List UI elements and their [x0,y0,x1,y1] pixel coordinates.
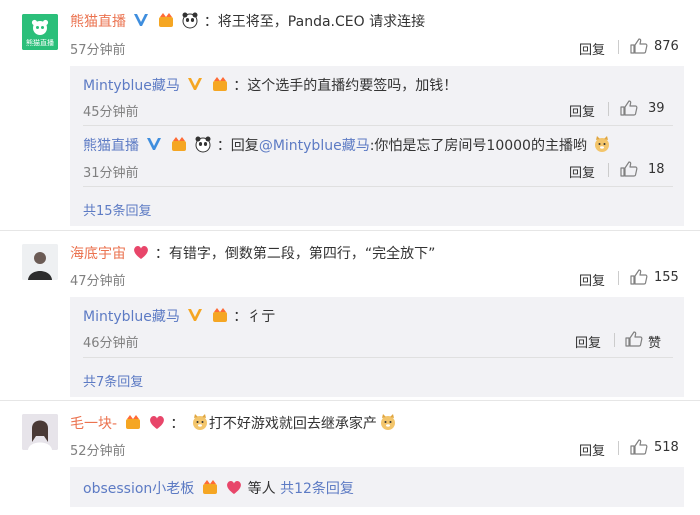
comment-3-author[interactable]: 毛一块- [70,416,117,432]
thumbs-up-icon[interactable] [625,331,643,347]
thumbs-up-icon[interactable] [630,439,648,455]
reply-1-2-text: :你怕是忘了房间号10000的主播哟 [369,138,587,154]
reply-2-1-likes[interactable]: 赞 [648,332,661,351]
reply-1-1-time: 45分钟前 [83,105,139,120]
comment-2-line: 海底宇宙 ：有错字，倒数第二段，第四行，“完全放下” [70,243,435,263]
reply-2-1-author[interactable]: Mintyblue藏马 [83,309,180,325]
vip-crown-icon [202,480,217,494]
thumbs-up-icon[interactable] [630,269,648,285]
thumbs-up-icon[interactable] [630,38,648,54]
reply-3-1-text: 等人 [247,481,281,497]
action-separator [618,441,619,455]
heart-icon [150,416,164,429]
divider [83,186,673,187]
comment-3-colon: ： [170,416,185,432]
doge-emoji-icon [380,414,395,430]
comment-3-more-replies-link[interactable]: 共12条回复 [280,481,354,497]
action-separator [614,333,615,347]
reply-1-2-likes: 18 [648,162,665,177]
vip-crown-icon [171,137,186,151]
panda-emoji-icon [182,12,198,29]
heart-icon [134,246,149,259]
reply-3-1-author[interactable]: obsession小老板 [83,481,194,497]
verified-v-icon [134,14,149,26]
action-separator [618,40,619,54]
thumbs-up-icon[interactable] [620,100,638,116]
comment-2-author[interactable]: 海底宇宙 [70,246,126,262]
comment-1-line: 熊猫直播 ：将王将至，Panda.CEO 请求连接 [70,11,425,31]
comment-1-more-replies-link[interactable]: 共15条回复 [83,200,152,219]
reply-1-1-text: ：这个选手的直播约要签吗，加钱！ [233,78,458,94]
vip-crown-icon [212,308,227,322]
vip-crown-icon [158,13,173,27]
reply-1-2-line: 熊猫直播 ：回复@Mintyblue藏马:你怕是忘了房间号10000的主播哟 [83,135,611,155]
reply-1-2-author[interactable]: 熊猫直播 [83,138,139,154]
comment-1-text: ：将王将至，Panda.CEO 请求连接 [203,14,426,30]
comment-3-likes: 518 [654,440,679,455]
reply-1-2-reply-button[interactable]: 回复 [569,162,595,181]
reply-1-1-line: Mintyblue藏马 ：这个选手的直播约要签吗，加钱！ [83,75,457,95]
reply-1-2-time: 31分钟前 [83,166,139,181]
reply-2-1-time: 46分钟前 [83,336,139,351]
action-separator [608,163,609,177]
reply-2-1-reply-button[interactable]: 回复 [575,332,601,351]
doge-emoji-icon [192,414,207,430]
comment-1-author[interactable]: 熊猫直播 [70,14,126,30]
gold-v-icon [188,309,203,321]
divider [83,357,673,358]
divider [0,400,700,401]
action-separator [608,102,609,116]
avatar-panda[interactable]: 熊猫直播 [22,14,58,50]
comment-2-more-replies-link[interactable]: 共7条回复 [83,371,143,390]
action-separator [618,271,619,285]
verified-v-icon [147,138,162,150]
heart-icon [227,481,242,494]
user-photo-icon [22,244,58,280]
thumbs-up-icon[interactable] [620,161,638,177]
user-photo-icon [22,414,58,450]
comment-2-likes: 155 [654,270,679,285]
comment-2-reply-button[interactable]: 回复 [579,270,605,289]
vip-crown-icon [125,415,140,429]
gold-v-icon [188,78,203,90]
vip-crown-icon [212,77,227,91]
comment-1-likes: 876 [654,39,679,54]
comment-3-time: 52分钟前 [70,444,126,459]
reply-1-1-reply-button[interactable]: 回复 [569,101,595,120]
comment-2-text: ：有错字，倒数第二段，第四行，“完全放下” [154,246,436,262]
avatar-user-2[interactable] [22,244,58,280]
comment-1-time: 57分钟前 [70,43,126,58]
reply-2-1-line: Mintyblue藏马 ：彳亍 [83,306,275,326]
comment-3-reply-button[interactable]: 回复 [579,440,605,459]
comment-3-text: 打不好游戏就回去继承家产 [208,416,377,432]
divider [83,125,673,126]
panda-emoji-icon [195,136,211,153]
comment-1-reply-button[interactable]: 回复 [579,39,605,58]
reply-2-1-text: ：彳亍 [233,309,276,325]
avatar-user-3[interactable] [22,414,58,450]
doge-emoji-icon [595,136,610,152]
reply-1-2-mention[interactable]: @Mintyblue藏马 [259,138,370,154]
comment-3-line: 毛一块- ： 打不好游戏就回去继承家产 [70,413,397,433]
reply-1-1-author[interactable]: Mintyblue藏马 [83,78,180,94]
avatar-logo-text: 熊猫直播 [26,39,54,47]
comment-2-time: 47分钟前 [70,274,126,289]
reply-1-1-likes: 39 [648,101,665,116]
reply-3-1-line: obsession小老板 等人 共12条回复 [83,478,354,498]
reply-1-2-prefix: ：回复 [216,138,259,154]
divider [0,230,700,231]
